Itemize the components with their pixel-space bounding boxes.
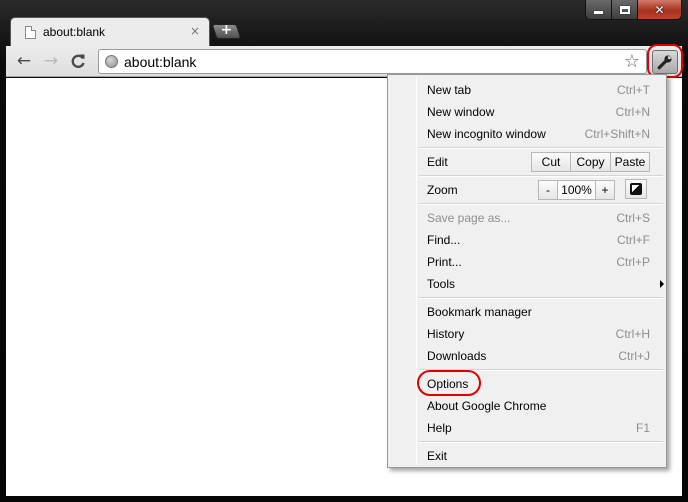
menu-item-label: Help	[427, 421, 452, 435]
copy-button[interactable]: Copy	[570, 152, 611, 172]
menu-item-bookmark-manager[interactable]: Bookmark manager	[427, 302, 650, 322]
back-arrow-icon: ←	[16, 51, 32, 71]
menu-item-about-google-chrome[interactable]: About Google Chrome	[427, 396, 650, 416]
menu-item-label: Find...	[427, 233, 461, 247]
menu-item-new-window[interactable]: New window Ctrl+N	[427, 102, 650, 122]
menu-item-label: History	[427, 327, 465, 341]
zoom-out-button[interactable]: -	[538, 180, 558, 200]
window-caption-buttons: ✕	[585, 0, 682, 20]
minimize-icon	[594, 11, 603, 14]
menu-item-label: About Google Chrome	[427, 399, 547, 413]
edit-button-group: Cut Copy Paste	[531, 152, 650, 172]
fullscreen-icon	[630, 183, 642, 195]
tab-title: about:blank	[43, 25, 106, 39]
menu-item-label: New incognito window	[427, 127, 546, 141]
menu-item-shortcut: Ctrl+T	[617, 83, 650, 97]
menu-item-new-tab[interactable]: New tab Ctrl+T	[427, 80, 650, 100]
browser-window-frame: ✕ about:blank × + ← → about:blank ☆ New …	[0, 0, 688, 502]
menu-item-new-incognito-window[interactable]: New incognito window Ctrl+Shift+N	[427, 124, 650, 144]
menu-item-exit[interactable]: Exit	[427, 446, 650, 466]
menu-item-label: New tab	[427, 83, 472, 97]
menu-item-save-page-as[interactable]: Save page as... Ctrl+S	[427, 208, 650, 228]
maximize-icon	[619, 5, 630, 14]
menu-item-label: Zoom	[427, 183, 458, 197]
back-button[interactable]: ←	[13, 50, 35, 72]
forward-button[interactable]: →	[40, 50, 62, 72]
plus-icon: +	[220, 22, 233, 38]
menu-item-history[interactable]: History Ctrl+H	[427, 324, 650, 344]
options-highlight-circle	[417, 370, 481, 396]
menu-item-shortcut: Ctrl+S	[616, 211, 650, 225]
page-icon	[25, 26, 36, 39]
menu-item-shortcut: Ctrl+P	[616, 255, 650, 269]
paste-button[interactable]: Paste	[610, 152, 650, 172]
menu-item-shortcut: Ctrl+Shift+N	[584, 127, 650, 141]
menu-item-label: Tools	[427, 277, 456, 291]
tab-about-blank[interactable]: about:blank ×	[10, 17, 210, 47]
menu-item-label: New window	[427, 105, 495, 119]
menu-item-shortcut: Ctrl+H	[615, 327, 650, 341]
menu-item-label: Exit	[427, 449, 448, 463]
close-window-button[interactable]: ✕	[638, 0, 682, 20]
cut-button[interactable]: Cut	[531, 152, 571, 172]
menu-item-label: Bookmark manager	[427, 305, 532, 319]
menu-item-label: Downloads	[427, 349, 487, 363]
reload-button[interactable]	[67, 50, 89, 72]
menu-separator	[419, 203, 663, 205]
address-bar[interactable]: about:blank ☆	[98, 49, 647, 74]
menu-separator	[419, 441, 663, 443]
fullscreen-button[interactable]	[625, 179, 647, 199]
wrench-menu: New tab Ctrl+T New window Ctrl+N New incog…	[387, 74, 667, 468]
reload-icon	[71, 54, 85, 68]
zoom-button-group: - 100% +	[538, 180, 615, 200]
globe-icon	[105, 55, 118, 68]
menu-item-zoom: Zoom	[427, 180, 458, 200]
menu-item-shortcut: Ctrl+N	[615, 105, 650, 119]
toolbar: ← → about:blank ☆	[6, 46, 682, 77]
forward-arrow-icon: →	[43, 51, 59, 71]
menu-separator	[419, 147, 663, 149]
menu-separator	[419, 175, 663, 177]
menu-item-shortcut: Ctrl+F	[617, 233, 650, 247]
menu-item-edit: Edit	[427, 152, 448, 172]
close-icon: ✕	[654, 2, 665, 17]
maximize-button[interactable]	[612, 0, 638, 20]
address-bar-url[interactable]: about:blank	[124, 54, 196, 70]
menu-item-downloads[interactable]: Downloads Ctrl+J	[427, 346, 650, 366]
minimize-button[interactable]	[585, 0, 612, 20]
menu-item-shortcut: F1	[635, 421, 650, 435]
menu-item-label: Save page as...	[427, 211, 511, 225]
zoom-in-button[interactable]: +	[595, 180, 615, 200]
menu-item-label: Print...	[427, 255, 462, 269]
zoom-level: 100%	[557, 180, 596, 200]
menu-item-help[interactable]: Help F1	[427, 418, 650, 438]
menu-item-tools[interactable]: Tools	[427, 274, 650, 294]
menu-separator	[419, 297, 663, 299]
menu-item-print[interactable]: Print... Ctrl+P	[427, 252, 650, 272]
bookmark-star-icon[interactable]: ☆	[624, 51, 640, 72]
menu-item-label: Edit	[427, 155, 448, 169]
menu-item-shortcut: Ctrl+J	[618, 349, 650, 363]
menu-gutter	[416, 77, 417, 465]
tab-close-icon[interactable]: ×	[190, 24, 200, 38]
wrench-highlight-circle	[647, 44, 683, 78]
new-tab-button[interactable]: +	[211, 22, 242, 39]
menu-item-find[interactable]: Find... Ctrl+F	[427, 230, 650, 250]
submenu-arrow-icon	[660, 280, 664, 288]
